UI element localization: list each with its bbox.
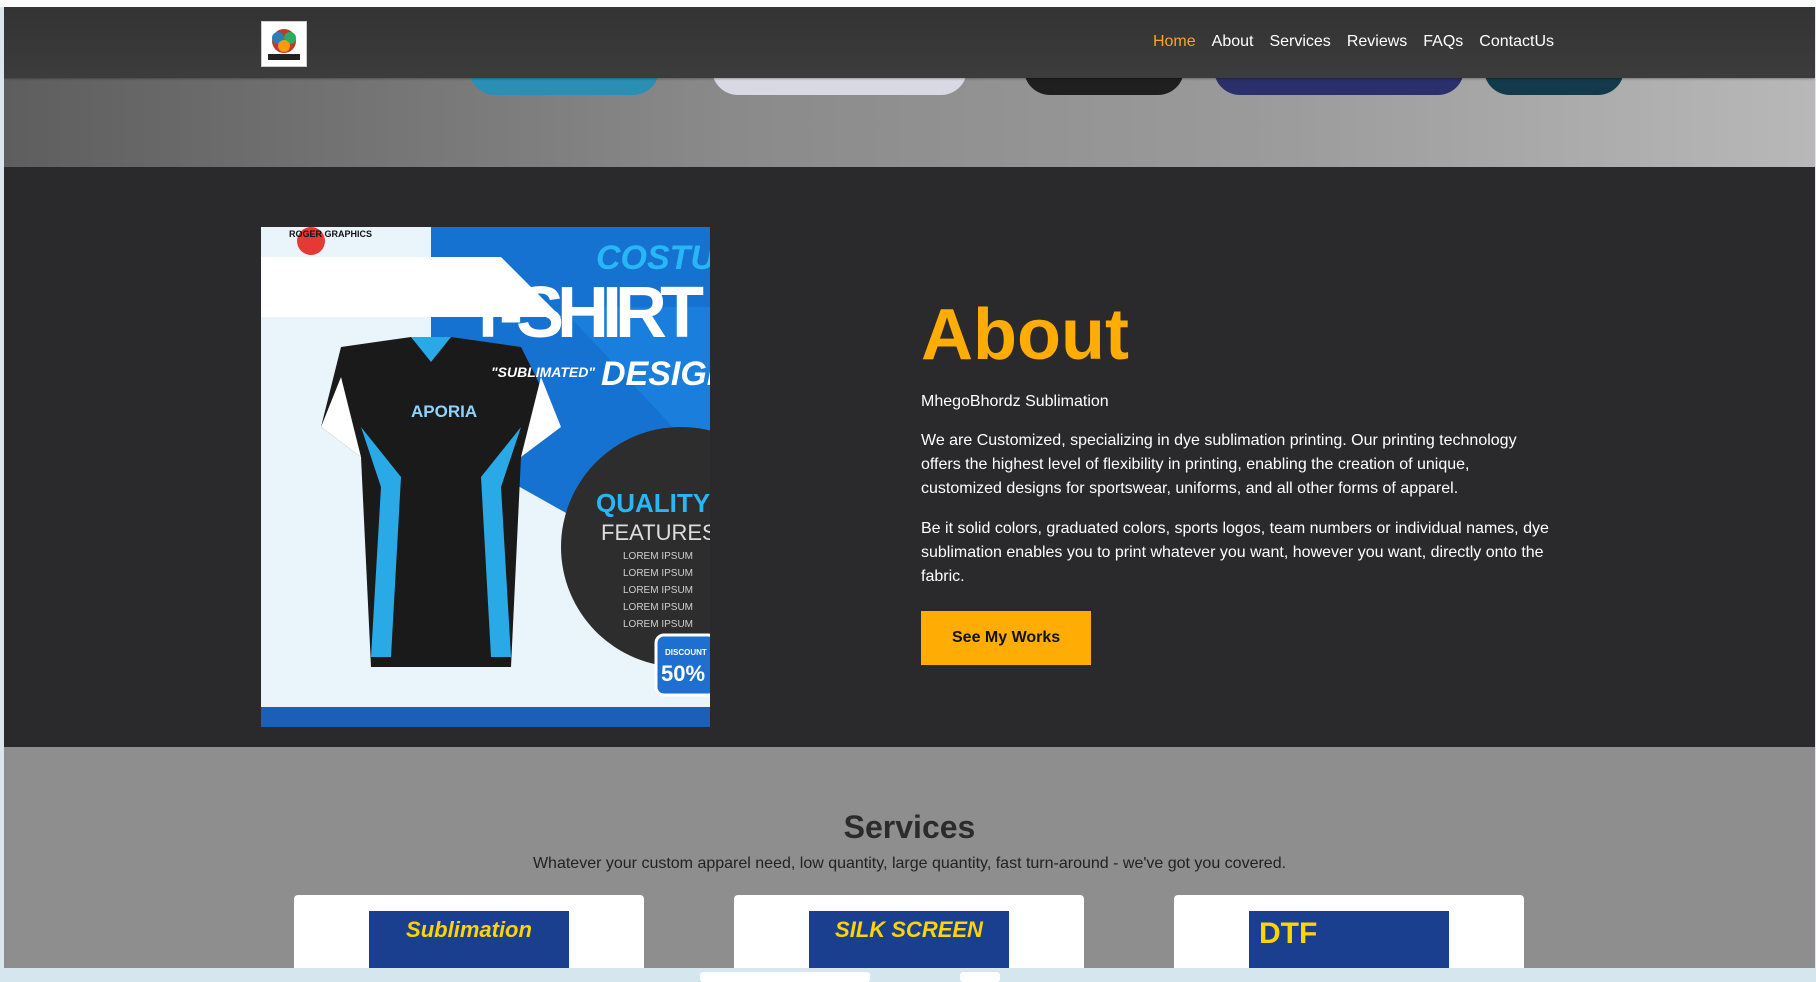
- img-feature: LOREM IPSUM: [623, 619, 693, 630]
- img-features-title: QUALITY: [596, 488, 710, 518]
- browser-bottom-strip: [0, 968, 1816, 982]
- img-discount-label: DISCOUNT: [665, 648, 707, 657]
- img-feature: LOREM IPSUM: [623, 551, 693, 562]
- service-card-label: DTF: [1259, 917, 1318, 950]
- about-paragraph: Be it solid colors, graduated colors, sp…: [921, 520, 1549, 585]
- navbar: Home About Services Reviews FAQs Contact…: [4, 7, 1815, 78]
- img-feature: LOREM IPSUM: [623, 585, 693, 596]
- services-section: Services Whatever your custom apparel ne…: [4, 747, 1815, 968]
- img-jersey-logo: APORIA: [411, 402, 477, 421]
- img-feature: LOREM IPSUM: [623, 568, 693, 579]
- logo-emblem-icon: [268, 29, 300, 60]
- about-section: ROGER GRAPHICS COSTUM T-SHIRT "SUBLIMATE…: [4, 167, 1815, 747]
- service-card-image: Sublimation: [369, 911, 569, 968]
- services-title: Services: [843, 809, 976, 845]
- taskbar-tab[interactable]: [700, 972, 870, 982]
- service-card-silk-screen[interactable]: SILK SCREEN: [734, 895, 1084, 968]
- service-card-label: Sublimation: [406, 917, 532, 942]
- service-card-label: SILK SCREEN: [835, 917, 983, 942]
- page: Home About Services Reviews FAQs Contact…: [4, 7, 1815, 968]
- about-image: ROGER GRAPHICS COSTUM T-SHIRT "SUBLIMATE…: [261, 227, 710, 727]
- img-headline-main: T-SHIRT: [466, 273, 704, 353]
- nav-about[interactable]: About: [1212, 33, 1254, 51]
- img-brand: ROGER GRAPHICS: [289, 229, 372, 239]
- service-card-image: SILK SCREEN: [809, 911, 1009, 968]
- service-card-dtf[interactable]: DTF: [1174, 895, 1524, 968]
- about-title: About: [921, 295, 1129, 375]
- nav-services[interactable]: Services: [1269, 33, 1330, 51]
- nav-menu: Home About Services Reviews FAQs Contact…: [1153, 33, 1554, 51]
- img-feature: LOREM IPSUM: [623, 602, 693, 613]
- img-headline-top: COSTUM: [596, 239, 710, 277]
- service-card-image: DTF: [1249, 911, 1449, 968]
- nav-reviews[interactable]: Reviews: [1347, 33, 1407, 51]
- nav-home[interactable]: Home: [1153, 33, 1196, 51]
- img-features-sub: FEATURES: [601, 520, 710, 545]
- img-discount-value: 50%: [661, 661, 705, 686]
- brand-logo[interactable]: [261, 21, 307, 67]
- see-my-works-button[interactable]: See My Works: [921, 611, 1092, 665]
- about-subtitle: MhegoBhordz Sublimation: [921, 393, 1109, 410]
- tshirt-promo-graphic: ROGER GRAPHICS COSTUM T-SHIRT "SUBLIMATE…: [261, 227, 710, 727]
- taskbar-tab[interactable]: [960, 972, 1000, 982]
- about-paragraph: We are Customized, specializing in dye s…: [921, 432, 1517, 497]
- nav-faqs[interactable]: FAQs: [1423, 33, 1463, 51]
- nav-contactus[interactable]: ContactUs: [1479, 33, 1554, 51]
- img-headline-design: DESIGN: [601, 355, 710, 393]
- services-description: Whatever your custom apparel need, low q…: [532, 855, 1287, 872]
- about-content: About MhegoBhordz Sublimation We are Cus…: [921, 299, 1551, 665]
- service-card-sublimation[interactable]: Sublimation: [294, 895, 644, 968]
- browser-top-edge: [0, 0, 1816, 7]
- img-headline-sub: "SUBLIMATED": [491, 364, 595, 380]
